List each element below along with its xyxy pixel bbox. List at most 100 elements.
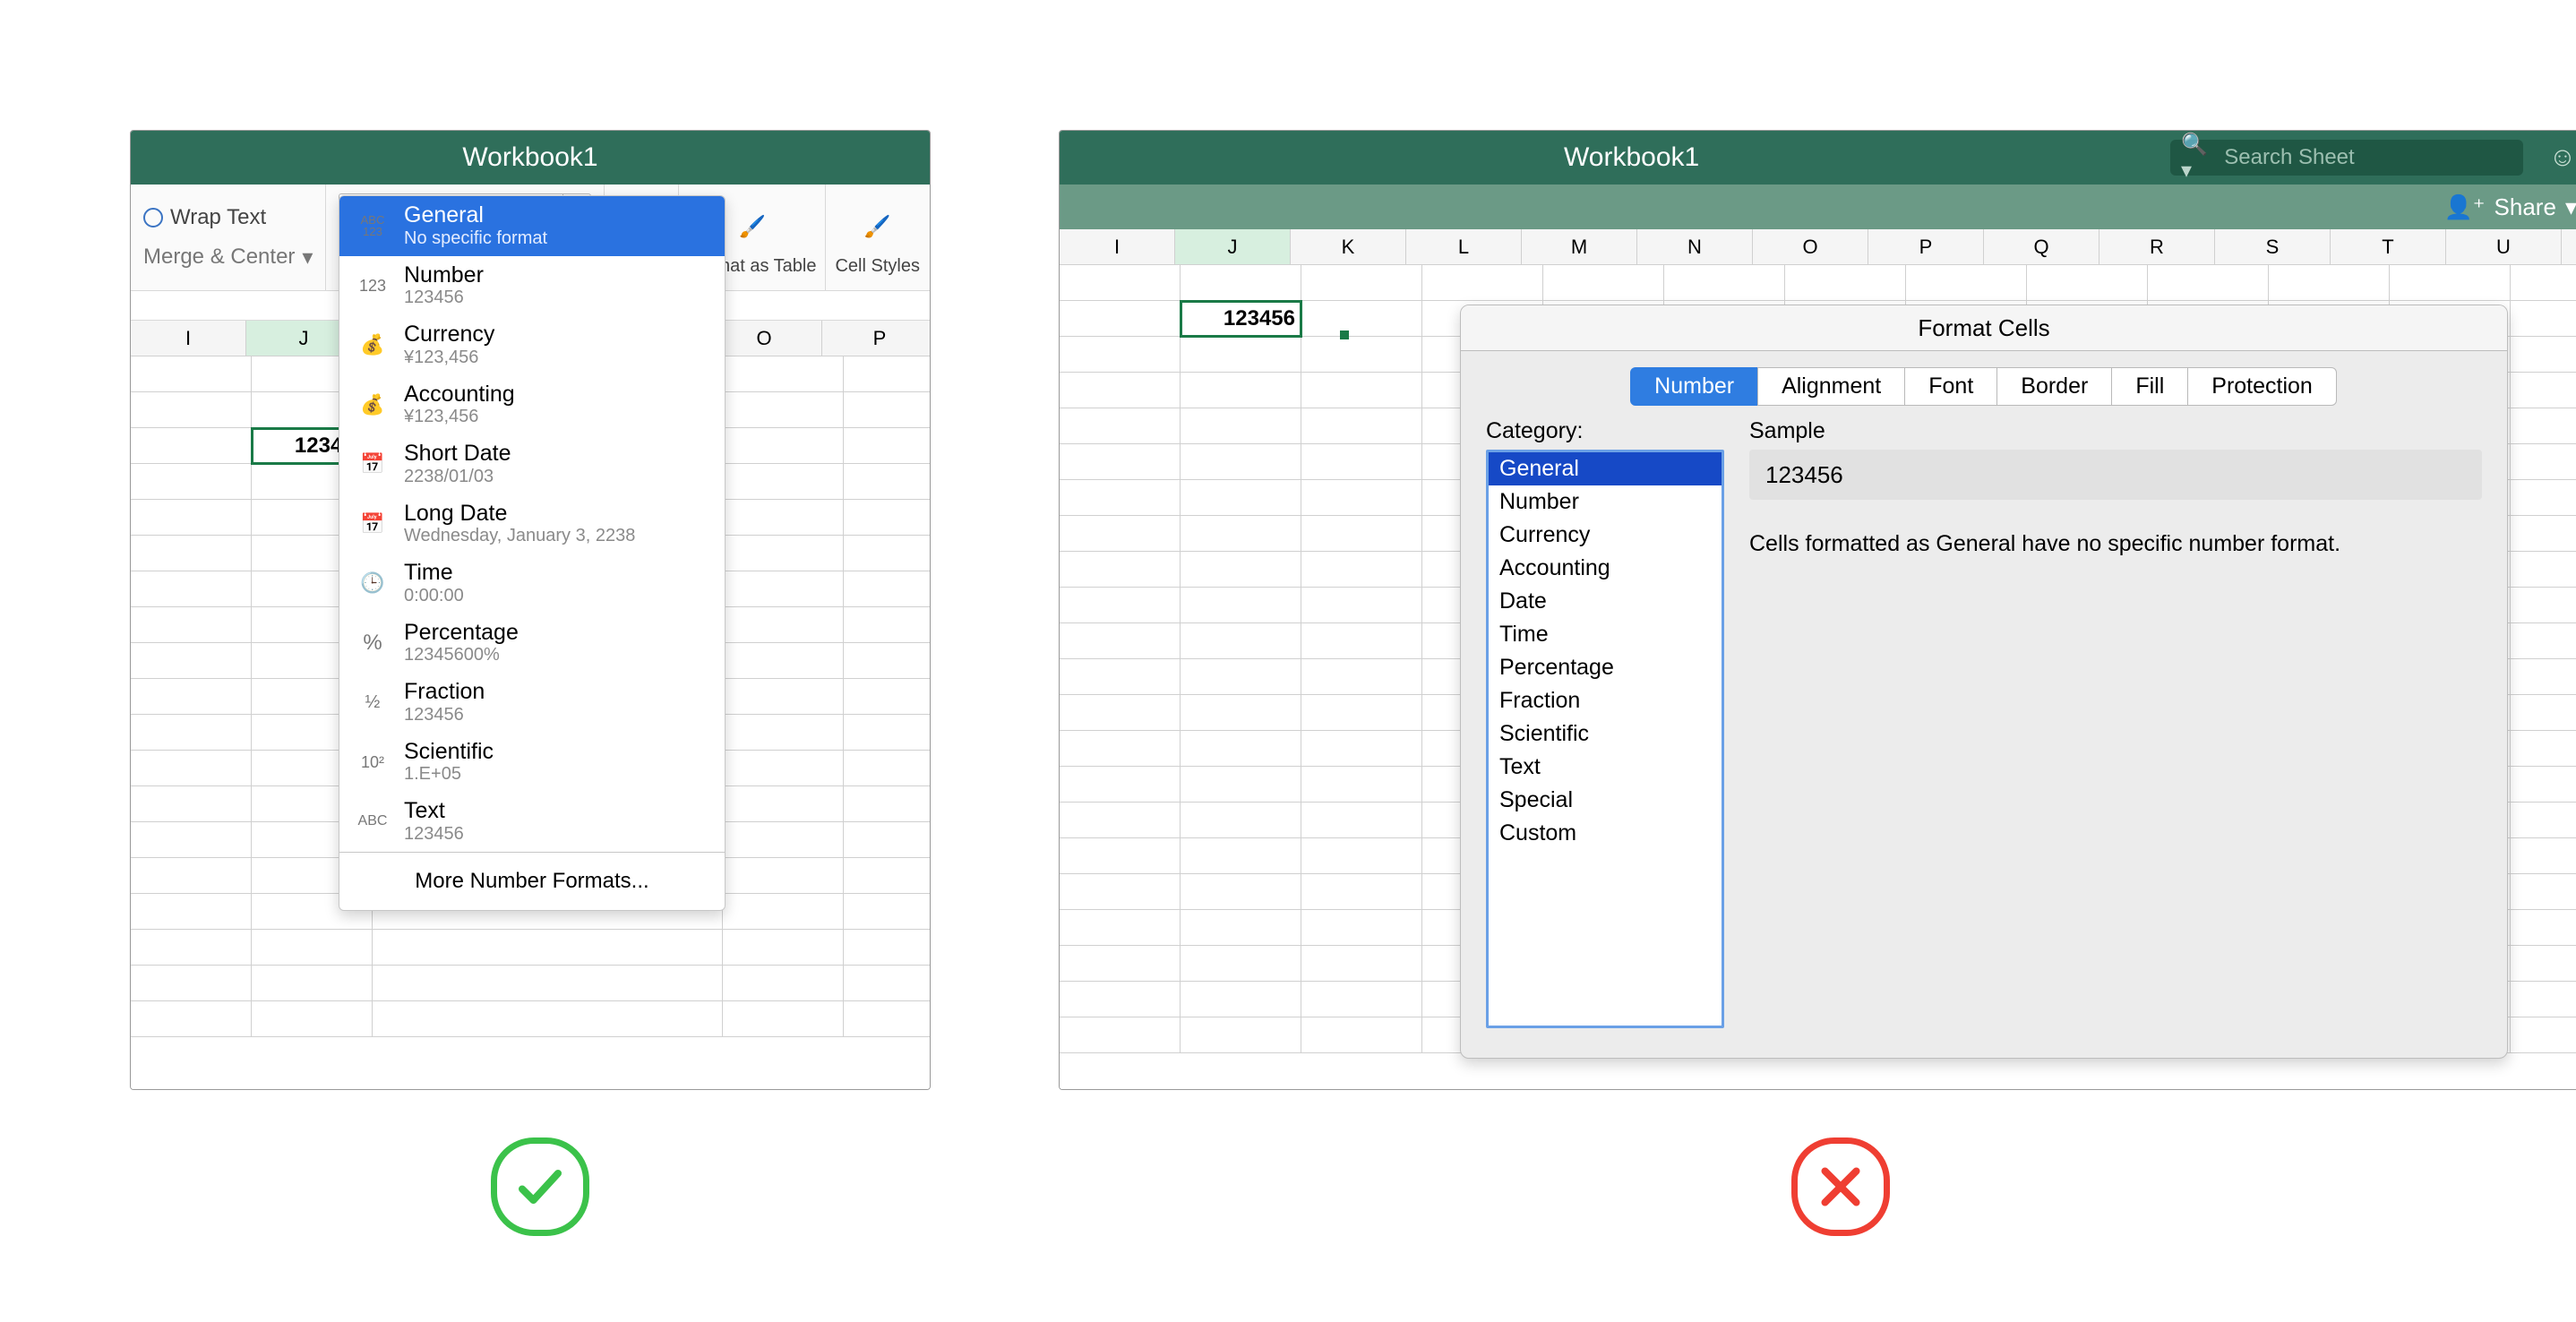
category-item-text[interactable]: Text: [1489, 751, 1722, 784]
number-format-option-long-date[interactable]: 📅Long DateWednesday, January 3, 2238: [339, 494, 725, 554]
cell[interactable]: [2511, 731, 2576, 767]
search-input[interactable]: [2222, 144, 2512, 171]
cell[interactable]: [1301, 337, 1422, 373]
category-item-special[interactable]: Special: [1489, 784, 1722, 817]
cell[interactable]: [1060, 623, 1181, 659]
cell[interactable]: [1060, 265, 1181, 301]
cell[interactable]: [1060, 1017, 1181, 1053]
cell[interactable]: [1301, 767, 1422, 803]
col-header[interactable]: K: [1291, 229, 1406, 265]
cell[interactable]: [1181, 982, 1301, 1017]
col-header[interactable]: P: [822, 321, 931, 356]
cell[interactable]: [2390, 265, 2511, 301]
cell[interactable]: [1060, 731, 1181, 767]
cell[interactable]: [1181, 659, 1301, 695]
cell[interactable]: [1181, 480, 1301, 516]
cell[interactable]: [1060, 838, 1181, 874]
col-header[interactable]: L: [1406, 229, 1522, 265]
cell[interactable]: [1181, 444, 1301, 480]
cell[interactable]: [1181, 408, 1301, 444]
cell[interactable]: [2511, 874, 2576, 910]
cell[interactable]: [1543, 265, 1664, 301]
dialog-tab-font[interactable]: Font: [1904, 367, 1997, 406]
category-item-number[interactable]: Number: [1489, 485, 1722, 519]
cell[interactable]: [1906, 265, 2027, 301]
number-format-option-number[interactable]: 123Number123456: [339, 256, 725, 316]
cell[interactable]: [1301, 444, 1422, 480]
cell[interactable]: [1181, 337, 1301, 373]
cell[interactable]: [1301, 695, 1422, 731]
col-header[interactable]: O: [1753, 229, 1868, 265]
cell[interactable]: [1301, 946, 1422, 982]
cell[interactable]: [1301, 480, 1422, 516]
cell[interactable]: [1181, 910, 1301, 946]
cell[interactable]: [1301, 803, 1422, 838]
number-format-option-time[interactable]: 🕒Time0:00:00: [339, 554, 725, 614]
number-format-option-currency[interactable]: 💰Currency¥123,456: [339, 315, 725, 375]
cell[interactable]: [2511, 767, 2576, 803]
cell[interactable]: [1181, 588, 1301, 623]
search-sheet-box[interactable]: 🔍▾: [2170, 140, 2523, 176]
cell[interactable]: [1060, 444, 1181, 480]
dialog-tab-alignment[interactable]: Alignment: [1757, 367, 1905, 406]
cell[interactable]: [1181, 767, 1301, 803]
cell[interactable]: [1301, 910, 1422, 946]
cell[interactable]: [1664, 265, 1785, 301]
cell[interactable]: [2148, 265, 2269, 301]
cell[interactable]: [1301, 373, 1422, 408]
cell[interactable]: [1060, 767, 1181, 803]
cell[interactable]: [1181, 1017, 1301, 1053]
cell[interactable]: [1060, 803, 1181, 838]
cell[interactable]: [1181, 874, 1301, 910]
cell[interactable]: [1181, 373, 1301, 408]
cell[interactable]: [1301, 659, 1422, 695]
cell[interactable]: [1060, 910, 1181, 946]
dialog-tab-fill[interactable]: Fill: [2111, 367, 2188, 406]
category-item-time[interactable]: Time: [1489, 618, 1722, 651]
cell[interactable]: [2511, 623, 2576, 659]
cell[interactable]: [2269, 265, 2390, 301]
category-item-general[interactable]: General: [1489, 452, 1722, 485]
cell[interactable]: [2511, 552, 2576, 588]
category-item-currency[interactable]: Currency: [1489, 519, 1722, 552]
merge-center-button[interactable]: Merge & Center ▾: [143, 237, 313, 277]
col-header[interactable]: V: [2562, 229, 2576, 265]
cell[interactable]: [2511, 659, 2576, 695]
cell[interactable]: [1060, 874, 1181, 910]
cell[interactable]: [2027, 265, 2148, 301]
cell[interactable]: [1301, 588, 1422, 623]
cell[interactable]: [1301, 874, 1422, 910]
cell[interactable]: [1301, 1017, 1422, 1053]
cell[interactable]: [1785, 265, 1906, 301]
cell[interactable]: [2511, 588, 2576, 623]
cell[interactable]: [1181, 803, 1301, 838]
col-header[interactable]: U: [2446, 229, 2562, 265]
cell-styles-button[interactable]: 🖌️: [850, 200, 906, 255]
cell[interactable]: [1060, 588, 1181, 623]
category-list[interactable]: GeneralNumberCurrencyAccountingDateTimeP…: [1486, 450, 1724, 1028]
col-header[interactable]: N: [1637, 229, 1753, 265]
cell[interactable]: [2511, 516, 2576, 552]
cell[interactable]: [1181, 731, 1301, 767]
category-item-date[interactable]: Date: [1489, 585, 1722, 618]
cell[interactable]: [1060, 946, 1181, 982]
cell[interactable]: [2511, 695, 2576, 731]
number-format-dropdown[interactable]: ABC123GeneralNo specific format123Number…: [339, 195, 726, 911]
cell[interactable]: [1181, 838, 1301, 874]
cell[interactable]: [1181, 946, 1301, 982]
cell[interactable]: [2511, 838, 2576, 874]
dialog-tab-border[interactable]: Border: [1996, 367, 2112, 406]
selected-cell[interactable]: 123456: [1181, 301, 1301, 337]
wrap-text-button[interactable]: Wrap Text: [143, 198, 313, 237]
number-format-option-text[interactable]: ABCText123456: [339, 792, 725, 852]
cell[interactable]: [1181, 695, 1301, 731]
col-header[interactable]: I: [131, 321, 246, 356]
cell[interactable]: [2511, 803, 2576, 838]
category-item-custom[interactable]: Custom: [1489, 817, 1722, 850]
cell[interactable]: [1060, 982, 1181, 1017]
category-item-fraction[interactable]: Fraction: [1489, 684, 1722, 717]
cell[interactable]: [1301, 516, 1422, 552]
col-header[interactable]: R: [2099, 229, 2215, 265]
category-item-percentage[interactable]: Percentage: [1489, 651, 1722, 684]
cell[interactable]: [1301, 838, 1422, 874]
